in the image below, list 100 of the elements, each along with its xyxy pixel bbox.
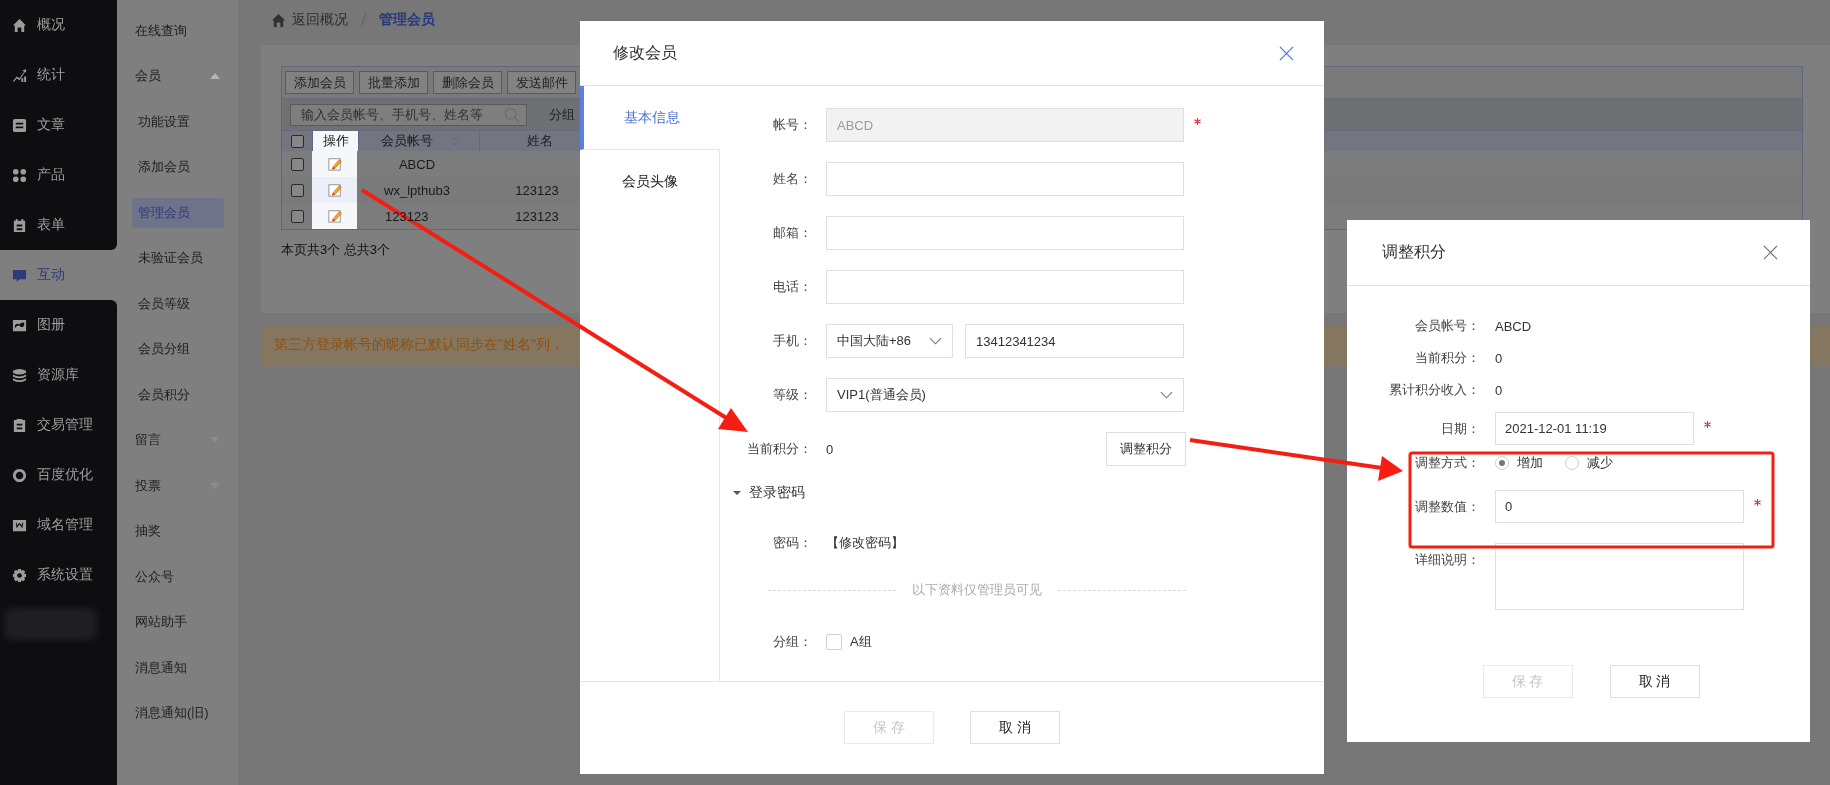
sub-nav-item[interactable]: 抽奖	[117, 508, 238, 554]
sub-nav-item[interactable]: 添加会员	[117, 144, 238, 190]
cancel-button[interactable]: 取 消	[1609, 665, 1700, 698]
toolbar-button[interactable]: 添加会员	[285, 71, 354, 94]
level-select[interactable]: VIP1(普通会员)	[826, 378, 1184, 412]
toolbar-button[interactable]: 删除会员	[433, 71, 502, 94]
field-label: 邮箱：	[772, 224, 813, 242]
search-field[interactable]: 输入会员帐号、手机号、姓名等	[290, 103, 527, 126]
sub-nav-item[interactable]: 公众号	[117, 554, 238, 600]
sub-nav-item[interactable]: 会员分组	[117, 326, 238, 372]
sub-nav-item[interactable]: 管理会员	[132, 198, 224, 228]
checkbox[interactable]	[290, 209, 304, 223]
pencil-icon[interactable]	[327, 209, 342, 223]
field-label: 等级：	[772, 386, 813, 404]
table-cell-text: ABCD	[397, 155, 437, 174]
home-icon	[12, 17, 27, 33]
sub-nav-item[interactable]: 会员积分	[117, 372, 238, 418]
radio-button[interactable]	[1565, 456, 1579, 470]
dialog-tab[interactable]: 会员头像	[580, 150, 720, 214]
close-icon[interactable]	[1279, 45, 1294, 61]
pencil-icon[interactable]	[327, 183, 342, 197]
column-header: 会员帐号	[358, 131, 479, 151]
field-label: 手机：	[772, 332, 813, 350]
checkbox[interactable]	[290, 134, 304, 148]
sub-nav-item[interactable]: 会员	[117, 53, 238, 99]
chat-icon	[12, 267, 27, 283]
filter-label: 分组	[549, 105, 575, 124]
sub-nav-item[interactable]: 会员等级	[117, 281, 238, 327]
field-label: 帐号：	[772, 116, 813, 134]
field-value: 0	[1495, 382, 1503, 398]
sub-nav-item[interactable]: 网站助手	[117, 599, 238, 645]
change-password-link[interactable]: 【修改密码】	[826, 534, 904, 552]
column-header: 操作	[312, 131, 358, 151]
checkbox[interactable]	[290, 183, 304, 197]
document-icon	[12, 117, 27, 133]
nav-item[interactable]: 产品	[0, 150, 117, 200]
section-toggle[interactable]: 登录密码	[733, 482, 1324, 504]
page-summary: 本页共3个 总共3个	[281, 241, 391, 259]
field-label: 日期：	[1440, 419, 1481, 438]
divider-text: 以下资料仅管理员可见	[912, 581, 1042, 599]
nav-item[interactable]: 域名管理	[0, 500, 117, 550]
field-label: 调整方式：	[1414, 454, 1481, 472]
toolbar-button[interactable]: 批量添加	[359, 71, 428, 94]
nav-item[interactable]: 系统设置	[0, 550, 117, 600]
grid-icon	[12, 167, 27, 183]
nav-item[interactable]: 资源库	[0, 350, 117, 400]
field-label: 详细说明：	[1414, 551, 1481, 569]
chevron-down-icon	[929, 337, 942, 345]
breadcrumb-link[interactable]: 返回概况	[292, 11, 348, 29]
field-label: 累计积分收入：	[1388, 381, 1481, 399]
nav-item[interactable]: 交易管理	[0, 400, 117, 450]
nav-item[interactable]: 图册	[0, 300, 117, 350]
settings-icon	[12, 567, 27, 583]
checkbox-label: A组	[850, 633, 872, 651]
radio-label: 减少	[1587, 454, 1613, 472]
chevron-down-icon	[1160, 391, 1173, 399]
field-label: 电话：	[772, 278, 813, 296]
field-label: 当前积分：	[746, 440, 813, 458]
nav-item[interactable]: 百度优化	[0, 450, 117, 500]
browser-icon	[12, 517, 27, 533]
field-label: 分组：	[772, 633, 813, 651]
dialog-tab[interactable]: 基本信息	[580, 86, 720, 150]
adjust-points-button[interactable]: 调整积分	[1106, 432, 1186, 466]
date-field[interactable]: 2021-12-01 11:19	[1495, 412, 1694, 445]
pencil-icon[interactable]	[327, 157, 342, 171]
cancel-button[interactable]: 取 消	[970, 711, 1060, 744]
close-icon[interactable]	[1763, 245, 1778, 260]
nav-item[interactable]: 文章	[0, 100, 117, 150]
radio-button[interactable]	[1495, 456, 1509, 470]
sub-nav-item[interactable]: 投票	[117, 463, 238, 509]
input-field[interactable]	[826, 162, 1184, 196]
amount-field[interactable]: 0	[1495, 490, 1744, 523]
home-icon	[271, 12, 286, 28]
sub-nav-item[interactable]: 留言	[117, 417, 238, 463]
nav-item[interactable]: 统计	[0, 50, 117, 100]
nav-item[interactable]: 概况	[0, 0, 117, 50]
region-select[interactable]: 中国大陆+86	[826, 324, 953, 358]
nav-item[interactable]: 表单	[0, 200, 117, 250]
search-icon	[504, 106, 520, 123]
sub-nav-item[interactable]: 消息通知(旧)	[117, 690, 238, 736]
toolbar-button[interactable]: 发送邮件	[507, 71, 576, 94]
sub-nav-item[interactable]: 功能设置	[117, 99, 238, 145]
dialog-title: 调整积分	[1382, 242, 1446, 262]
input-field[interactable]: 13412341234	[965, 324, 1184, 358]
breadcrumb-current: 管理会员	[379, 11, 435, 29]
radio-label: 增加	[1517, 454, 1543, 472]
sub-nav-item[interactable]: 消息通知	[117, 645, 238, 691]
sub-nav-item[interactable]: 在线查询	[117, 8, 238, 54]
dialog-title: 修改会员	[613, 42, 677, 63]
table-cell-text: 123123	[514, 207, 560, 226]
input-field[interactable]	[826, 216, 1184, 250]
detail-textarea[interactable]	[1495, 543, 1744, 610]
field-label: 姓名：	[772, 170, 813, 188]
field-label: 调整数值：	[1414, 497, 1481, 516]
table-cell-text: wx_lpthub3	[383, 181, 451, 200]
input-field[interactable]	[826, 270, 1184, 304]
table-cell-text: 123123	[514, 181, 560, 200]
checkbox[interactable]	[290, 157, 304, 171]
image-icon	[12, 317, 27, 333]
sub-nav-item[interactable]: 未验证会员	[117, 235, 238, 281]
